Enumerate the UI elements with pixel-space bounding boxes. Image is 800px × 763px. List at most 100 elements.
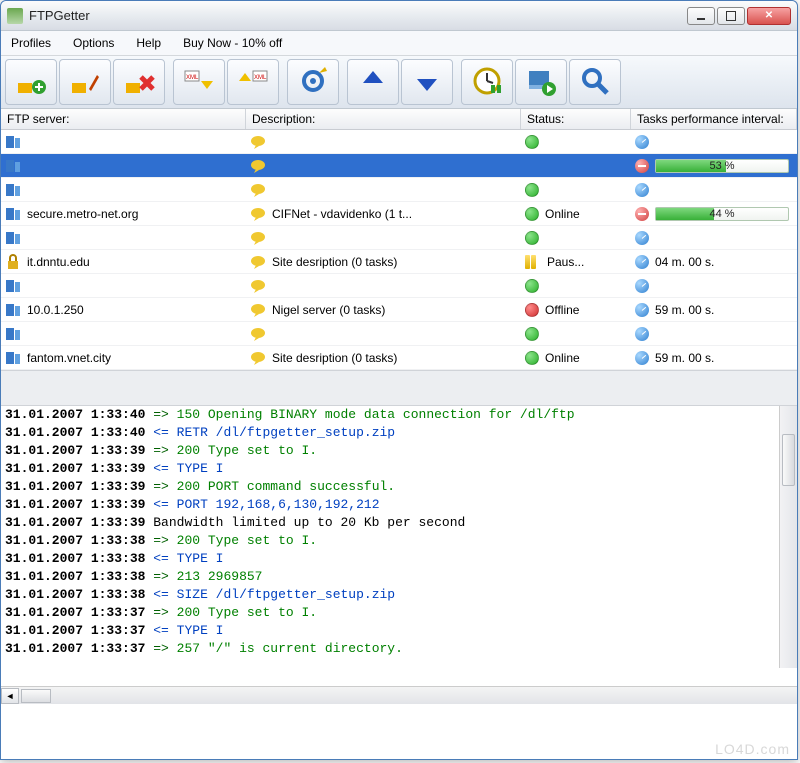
status-text: Online (545, 351, 580, 365)
horizontal-scrollbar[interactable]: ◄ (1, 686, 797, 704)
clock-icon (635, 279, 649, 293)
server-icon (5, 206, 21, 222)
table-row[interactable] (1, 274, 797, 298)
export-xml-button[interactable]: XML (227, 59, 279, 105)
clock-icon (635, 231, 649, 245)
close-button[interactable] (747, 7, 791, 25)
log-line: 31.01.2007 1:33:38 <= SIZE /dl/ftpgetter… (1, 586, 797, 604)
table-row[interactable] (1, 226, 797, 250)
log-line: 31.01.2007 1:33:38 => 213 2969857 (1, 568, 797, 586)
log-message: TYPE I (177, 551, 224, 566)
vertical-scrollbar[interactable] (779, 406, 797, 668)
table-row[interactable] (1, 322, 797, 346)
delete-profile-icon (123, 65, 155, 100)
description-icon (250, 182, 266, 198)
menu-item-profiles[interactable]: Profiles (7, 34, 55, 52)
log-timestamp: 31.01.2007 1:33:38 (5, 569, 145, 584)
clock-icon (635, 351, 649, 365)
run-button[interactable] (515, 59, 567, 105)
add-profile-button[interactable] (5, 59, 57, 105)
menu-item-options[interactable]: Options (69, 34, 118, 52)
log-line: 31.01.2007 1:33:39 <= PORT 192,168,6,130… (1, 496, 797, 514)
edit-profile-button[interactable] (59, 59, 111, 105)
table-row[interactable]: it.dnntu.eduSite desription (0 tasks)Pau… (1, 250, 797, 274)
clock-icon (635, 327, 649, 341)
scroll-thumb[interactable] (21, 689, 51, 703)
log-timestamp: 31.01.2007 1:33:39 (5, 515, 145, 530)
splitter[interactable] (1, 370, 797, 406)
log-direction: <= (153, 497, 169, 512)
log-message: RETR /dl/ftpgetter_setup.zip (177, 425, 395, 440)
status-text: Offline (545, 303, 579, 317)
log-direction: <= (153, 587, 169, 602)
log-message: TYPE I (177, 461, 224, 476)
log-timestamp: 31.01.2007 1:33:38 (5, 587, 145, 602)
description-text: CIFNet - vdavidenko (1 t... (272, 207, 412, 221)
column-description[interactable]: Description: (246, 109, 521, 129)
svg-text:XML: XML (254, 75, 267, 81)
interval-text: 59 m. 00 s. (655, 351, 714, 365)
log-message: 200 Type set to I. (177, 443, 317, 458)
description-text: Site desription (0 tasks) (272, 255, 397, 269)
window-controls (687, 7, 791, 25)
scroll-thumb[interactable] (782, 434, 795, 486)
table-row[interactable]: secure.metro-net.org CIFNet - vdavidenko … (1, 202, 797, 226)
server-icon (5, 134, 21, 150)
maximize-button[interactable] (717, 7, 745, 25)
log-line: 31.01.2007 1:33:39 <= TYPE I (1, 460, 797, 478)
app-icon (7, 8, 23, 24)
log-message: 200 PORT command successful. (177, 479, 395, 494)
import-xml-button[interactable]: XML (173, 59, 225, 105)
description-icon (250, 326, 266, 342)
upload-icon (357, 65, 389, 100)
log-line: 31.01.2007 1:33:38 => 200 Type set to I. (1, 532, 797, 550)
upload-button[interactable] (347, 59, 399, 105)
clock-icon (635, 135, 649, 149)
settings-button[interactable] (287, 59, 339, 105)
description-icon (250, 254, 266, 270)
description-text: Site desription (0 tasks) (272, 351, 397, 365)
stop-icon (635, 159, 649, 173)
log-timestamp: 31.01.2007 1:33:39 (5, 479, 145, 494)
scroll-left-button[interactable]: ◄ (1, 688, 19, 704)
menu-item-help[interactable]: Help (132, 34, 165, 52)
titlebar[interactable]: FTPGetter (1, 1, 797, 31)
log-timestamp: 31.01.2007 1:33:39 (5, 443, 145, 458)
minimize-button[interactable] (687, 7, 715, 25)
server-icon (5, 302, 21, 318)
column-headers[interactable]: FTP server: Description: Status: Tasks p… (1, 109, 797, 130)
log-direction: => (153, 641, 169, 656)
server-name: secure.metro-net.org (27, 207, 138, 221)
download-icon (411, 65, 443, 100)
delete-profile-button[interactable] (113, 59, 165, 105)
download-button[interactable] (401, 59, 453, 105)
table-row[interactable] (1, 130, 797, 154)
menu-item-buy[interactable]: Buy Now - 10% off (179, 34, 286, 52)
table-row[interactable]: fantom.vnet.citySite desription (0 tasks… (1, 346, 797, 370)
clock-icon (635, 255, 649, 269)
table-row[interactable] (1, 178, 797, 202)
table-row[interactable]: 53 % (1, 154, 797, 178)
scheduler-button[interactable] (461, 59, 513, 105)
import-xml-icon: XML (183, 65, 215, 100)
progress-label: 44 % (709, 208, 734, 220)
status-online-icon (525, 207, 539, 221)
column-tasks[interactable]: Tasks performance interval: (631, 109, 797, 129)
log-line: 31.01.2007 1:33:37 => 257 "/" is current… (1, 640, 797, 658)
log-timestamp: 31.01.2007 1:33:40 (5, 425, 145, 440)
status-online-icon (525, 183, 539, 197)
progress-bar: 44 % (655, 207, 789, 221)
log-direction: => (153, 533, 169, 548)
description-icon (250, 206, 266, 222)
log-timestamp: 31.01.2007 1:33:39 (5, 497, 145, 512)
table-row[interactable]: 10.0.1.250Nigel server (0 tasks)Offline5… (1, 298, 797, 322)
log-message: PORT 192,168,6,130,192,212 (177, 497, 380, 512)
column-server[interactable]: FTP server: (1, 109, 246, 129)
search-button[interactable] (569, 59, 621, 105)
description-icon (250, 230, 266, 246)
log-direction: => (153, 569, 169, 584)
log-panel[interactable]: 31.01.2007 1:33:40 => 150 Opening BINARY… (1, 406, 797, 686)
column-status[interactable]: Status: (521, 109, 631, 129)
watermark: LO4D.com (715, 741, 790, 757)
description-icon (250, 158, 266, 174)
